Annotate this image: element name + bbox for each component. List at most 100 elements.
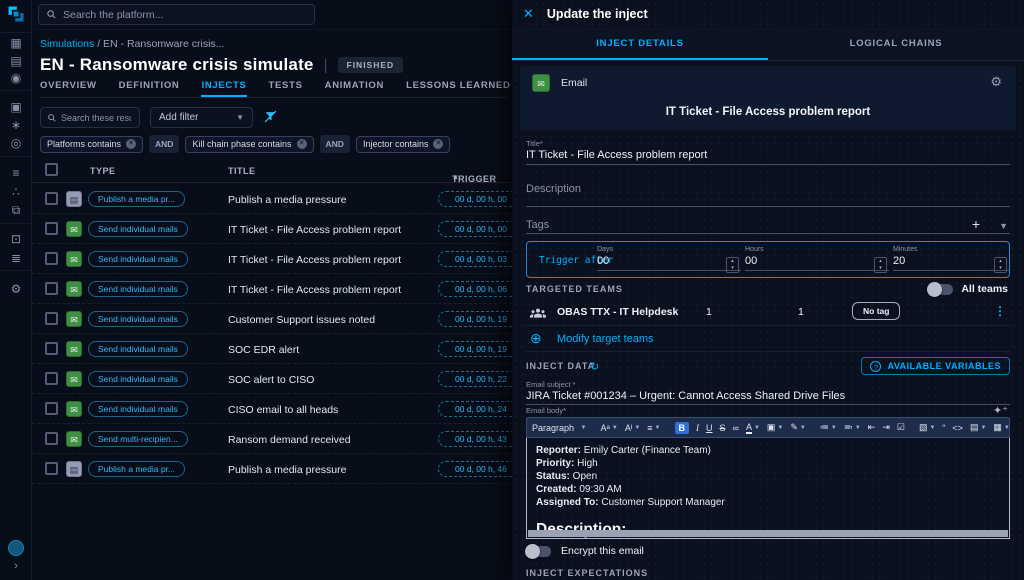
global-search-input[interactable]: [63, 9, 307, 21]
encrypt-email-toggle[interactable]: [526, 546, 551, 557]
refresh-icon[interactable]: ↻: [590, 360, 599, 373]
underline-button[interactable]: U: [706, 423, 713, 433]
highlight-pen-dropdown[interactable]: ✎▼: [790, 422, 806, 433]
italic-button[interactable]: I: [696, 423, 699, 433]
row-checkbox[interactable]: [45, 462, 58, 475]
clear-filters-icon[interactable]: [264, 110, 277, 128]
sidebar-item-components-icon[interactable]: ⧉: [0, 203, 32, 217]
sidebar-item-dashboard-icon[interactable]: ▦: [0, 36, 32, 50]
font-family-dropdown[interactable]: Aᵃ▼: [601, 423, 618, 433]
user-avatar[interactable]: [8, 540, 24, 556]
minutes-stepper[interactable]: ▴▾: [994, 257, 1007, 273]
global-search[interactable]: [38, 4, 315, 25]
strikethrough-button[interactable]: S: [720, 423, 726, 433]
breadcrumb-simulations-link[interactable]: Simulations: [40, 38, 94, 50]
title-field-value[interactable]: IT Ticket - File Access problem report: [526, 149, 707, 161]
sidebar-item-reports-icon[interactable]: ▤: [0, 54, 32, 68]
description-field-label[interactable]: Description: [526, 183, 581, 195]
all-teams-toggle[interactable]: [928, 284, 953, 295]
remove-filter-icon[interactable]: ✕: [126, 139, 136, 149]
table-row[interactable]: ▤ Publish a media pr... Publish a media …: [32, 454, 562, 484]
table-row[interactable]: ✉ Send individual mails SOC EDR alert 00…: [32, 334, 562, 364]
alignment-dropdown[interactable]: ≡▼: [647, 423, 660, 433]
row-checkbox[interactable]: [45, 282, 58, 295]
sidebar-item-scenarios-icon[interactable]: ◎: [0, 136, 32, 150]
outdent-button[interactable]: ⇤: [868, 422, 876, 433]
font-size-dropdown[interactable]: Aᴵ▼: [625, 423, 640, 433]
sidebar-item-integrations-icon[interactable]: ⊡: [0, 232, 32, 246]
table-row[interactable]: ✉ Send individual mails IT Ticket - File…: [32, 244, 562, 274]
filter-chip-kill-chain-phase[interactable]: Kill chain phase contains ✕: [185, 136, 313, 153]
email-subject-value[interactable]: JIRA Ticket #001234 – Urgent: Cannot Acc…: [526, 390, 845, 402]
results-search[interactable]: [40, 107, 140, 128]
code-block-dropdown[interactable]: ▤▼: [970, 422, 986, 433]
tab-definition[interactable]: DEFINITION: [119, 80, 180, 97]
sidebar-item-assets-icon[interactable]: ≡: [0, 166, 32, 180]
table-row[interactable]: ✉ Send individual mails CISO email to al…: [32, 394, 562, 424]
trigger-hours-value[interactable]: 00: [745, 255, 889, 271]
modify-target-teams-button[interactable]: ⊕ Modify target teams: [526, 326, 1010, 352]
tab-tests[interactable]: TESTS: [269, 80, 303, 97]
column-header-title[interactable]: TITLE: [228, 166, 256, 176]
add-tag-icon[interactable]: +: [972, 216, 980, 232]
table-row[interactable]: ✉ Send multi-recipien... Ransom demand r…: [32, 424, 562, 454]
ai-sparkle-icon[interactable]: ✦⁺: [993, 404, 1008, 417]
sidebar-item-data-icon[interactable]: ≣: [0, 251, 32, 265]
table-row[interactable]: ✉ Send individual mails Customer Support…: [32, 304, 562, 334]
row-checkbox[interactable]: [45, 432, 58, 445]
tab-overview[interactable]: OVERVIEW: [40, 80, 97, 97]
hours-stepper[interactable]: ▴▾: [874, 257, 887, 273]
table-row[interactable]: ✉ Send individual mails IT Ticket - File…: [32, 214, 562, 244]
sidebar-item-teams-icon[interactable]: ∴: [0, 185, 32, 199]
chevron-down-icon[interactable]: ▼: [999, 221, 1008, 231]
table-row[interactable]: ▤ Publish a media pr... Publish a media …: [32, 184, 562, 214]
paragraph-style-dropdown[interactable]: Paragraph ▼: [532, 423, 587, 433]
team-row[interactable]: OBAS TTX - IT Helpdesk 1 1 No tag ⋮: [526, 299, 1010, 326]
column-header-type[interactable]: TYPE: [90, 166, 116, 176]
row-checkbox[interactable]: [45, 342, 58, 355]
table-row[interactable]: ✉ Send individual mails SOC alert to CIS…: [32, 364, 562, 394]
row-checkbox[interactable]: [45, 372, 58, 385]
available-variables-button[interactable]: ? AVAILABLE VARIABLES: [861, 357, 1010, 375]
table-row[interactable]: ✉ Send individual mails IT Ticket - File…: [32, 274, 562, 304]
tab-logical-chains[interactable]: LOGICAL CHAINS: [768, 28, 1024, 60]
inline-code-button[interactable]: <>: [952, 423, 963, 433]
trigger-days-field[interactable]: Days 00 ▴▾: [597, 246, 741, 271]
bold-button[interactable]: B: [675, 422, 690, 434]
tab-inject-details[interactable]: INJECT DETAILS: [512, 28, 768, 60]
add-filter-select[interactable]: Add filter ▼: [150, 107, 253, 128]
app-logo[interactable]: [6, 4, 26, 29]
row-checkbox[interactable]: [45, 312, 58, 325]
trigger-minutes-field[interactable]: Minutes 20 ▴▾: [893, 246, 1009, 271]
row-checkbox[interactable]: [45, 252, 58, 265]
trigger-hours-field[interactable]: Hours 00 ▴▾: [745, 246, 889, 271]
filter-chip-platforms[interactable]: Platforms contains ✕: [40, 136, 143, 153]
blockquote-button[interactable]: “: [942, 423, 945, 433]
team-menu-icon[interactable]: ⋮: [994, 304, 1006, 318]
insert-image-dropdown[interactable]: ▧▼: [919, 422, 935, 433]
trigger-days-value[interactable]: 00: [597, 255, 741, 271]
select-all-checkbox[interactable]: [45, 163, 58, 176]
sidebar-item-findings-icon[interactable]: ◉: [0, 71, 32, 85]
tab-lessons-learned[interactable]: LESSONS LEARNED: [406, 80, 510, 97]
tab-animation[interactable]: ANIMATION: [325, 80, 384, 97]
filter-operator[interactable]: AND: [320, 135, 350, 153]
expand-sidebar-chevron-icon[interactable]: ›: [0, 560, 32, 572]
row-checkbox[interactable]: [45, 222, 58, 235]
sidebar-item-atomic-testing-icon[interactable]: ∗: [0, 118, 32, 132]
close-icon[interactable]: ✕: [523, 6, 534, 22]
numbered-list-dropdown[interactable]: ≕▼: [844, 422, 861, 433]
filter-chip-injector[interactable]: Injector contains ✕: [356, 136, 451, 153]
font-color-dropdown[interactable]: A▼: [746, 422, 760, 434]
remove-filter-icon[interactable]: ✕: [297, 139, 307, 149]
link-icon[interactable]: ∞: [733, 423, 739, 433]
results-search-input[interactable]: [61, 113, 131, 123]
tab-injects[interactable]: INJECTS: [201, 80, 246, 97]
trigger-minutes-value[interactable]: 20: [893, 255, 1009, 271]
bulleted-list-dropdown[interactable]: ≔▼: [820, 422, 837, 433]
todo-list-button[interactable]: ☑: [897, 422, 905, 433]
insert-table-dropdown[interactable]: ▦▼: [993, 422, 1009, 433]
row-checkbox[interactable]: [45, 402, 58, 415]
sidebar-item-settings-icon[interactable]: ⚙: [0, 282, 32, 296]
inject-config-gear-icon[interactable]: ⚙: [990, 74, 1002, 90]
